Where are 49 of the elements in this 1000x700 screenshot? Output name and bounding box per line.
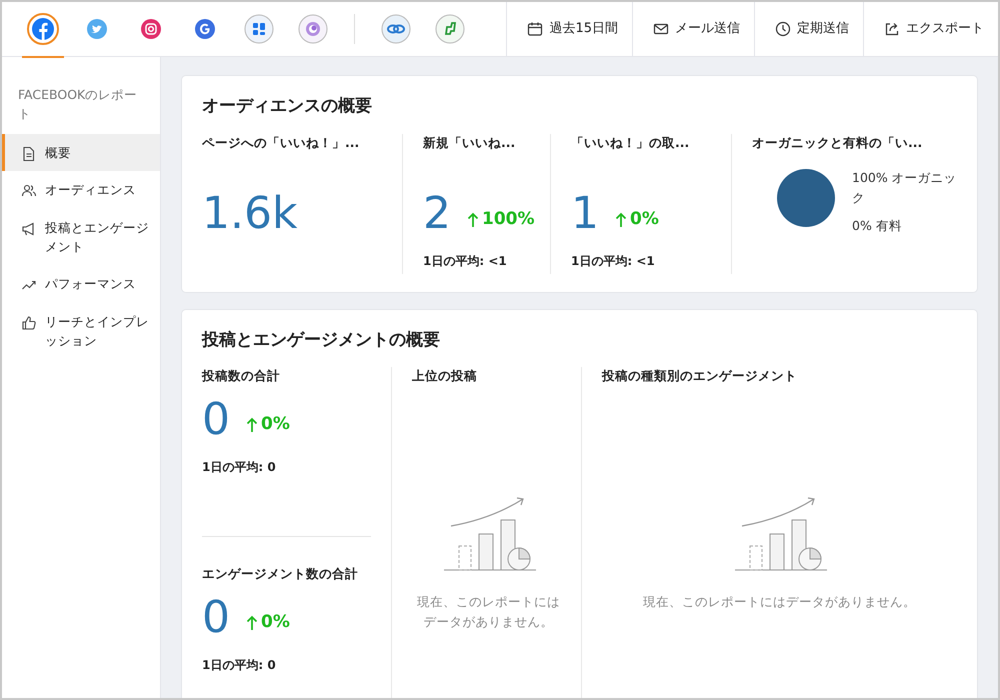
metric-label: エンゲージメント数の合計 — [202, 564, 359, 583]
metric-value: 1 — [571, 192, 599, 236]
calendar-icon — [527, 21, 544, 37]
up-arrow-icon — [467, 212, 479, 228]
up-arrow-icon — [246, 417, 258, 433]
pie-slice — [777, 169, 835, 228]
thumbs-up-icon — [21, 314, 37, 331]
metric-value: 1.6k — [202, 192, 298, 236]
sidebar-item[interactable]: オーディエンス — [2, 171, 160, 208]
empty-message: 現在、このレポートにはデータがありません。 — [416, 592, 561, 631]
metric-label: ページへの「いいね！」... — [202, 134, 360, 152]
grid-logo-icon — [243, 13, 275, 45]
metric-label: オーガニックと有料の「い... — [752, 134, 924, 152]
sidebar-item[interactable]: パフォーマンス — [2, 265, 160, 303]
change-percent: 100% — [482, 208, 535, 231]
sidebar-item[interactable]: リーチとインプレッション — [2, 302, 160, 360]
empty-message: 現在、このレポートにはデータがありません。 — [643, 592, 916, 611]
section-title: オーディエンスの概要 — [202, 95, 373, 118]
panel-title: 上位の投稿 — [412, 367, 478, 385]
daily-average: 1日の平均: <1 — [423, 253, 508, 270]
export-icon — [884, 21, 900, 37]
mail-icon — [653, 21, 669, 37]
change-percent: 0% — [261, 611, 290, 634]
metric-value: 2 — [423, 192, 451, 236]
panel-title: 投稿の種類別のエンゲージメント — [602, 367, 798, 385]
daily-average: 1日の平均: 0 — [202, 656, 277, 674]
change-percent: 0% — [261, 413, 290, 436]
legend-label: 100% オーガニック — [852, 169, 958, 208]
sidebar-item[interactable]: 概要 — [2, 134, 160, 172]
chain-logo-icon — [380, 13, 412, 45]
change-percent: 0% — [630, 208, 659, 231]
daily-average: 1日の平均: <1 — [571, 253, 656, 270]
legend-label: 0% 有料 — [852, 217, 903, 236]
sidebar-title: FACEBOOKのレポート — [17, 86, 138, 124]
leaf-logo-icon — [434, 13, 466, 45]
metric-label: 投稿数の合計 — [202, 367, 281, 385]
up-arrow-icon — [246, 614, 258, 631]
clock-icon — [775, 21, 791, 37]
metric-label: 「いいね！」の取... — [571, 134, 690, 152]
up-arrow-icon — [615, 212, 627, 228]
metric-value: 0 — [202, 596, 230, 640]
document-icon — [21, 146, 37, 162]
facebook-logo-icon — [27, 13, 59, 45]
metric-label: 新規「いいね... — [423, 134, 516, 152]
metric-value: 0 — [202, 398, 230, 442]
section-title: 投稿とエンゲージメントの概要 — [202, 328, 441, 352]
sidebar-item[interactable]: 投稿とエンゲージメント — [2, 208, 160, 266]
daily-average: 1日の平均: 0 — [202, 458, 277, 476]
ring-logo-icon — [297, 13, 329, 45]
